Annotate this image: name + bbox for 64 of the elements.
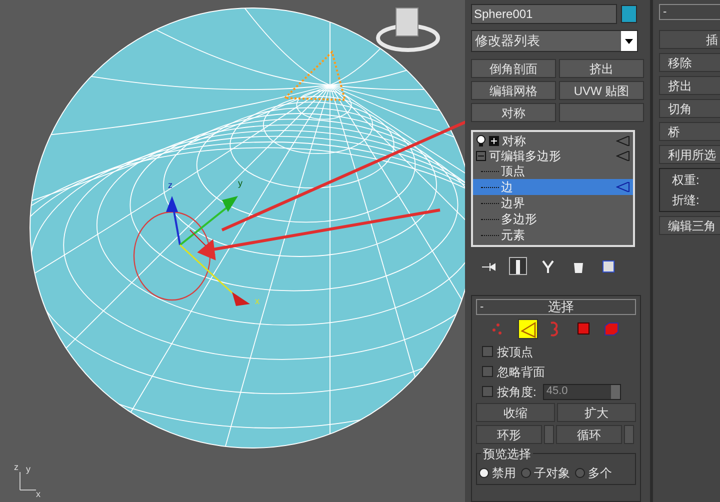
selection-button[interactable]: 扩大 (557, 403, 636, 422)
show-result-icon[interactable] (509, 257, 527, 275)
dropdown-caret-icon (625, 38, 633, 44)
modifier-button[interactable]: UVW 贴图 (559, 81, 644, 100)
field-label: 权重: (672, 172, 700, 189)
light-bulb-icon[interactable] (476, 134, 486, 146)
object-color-swatch[interactable] (621, 5, 637, 23)
radio-button[interactable] (521, 468, 531, 478)
edge-button[interactable]: 切角 (659, 99, 720, 118)
checkbox[interactable] (482, 366, 493, 377)
edge-button[interactable]: 移除 (659, 53, 720, 72)
axis-label: x (255, 296, 260, 306)
stack-sub-item[interactable]: 边 (473, 179, 633, 195)
checkbox-label: 按顶点 (497, 344, 533, 360)
axis-label: y (26, 464, 30, 474)
rollout-header[interactable]: - 选择 (476, 299, 636, 315)
modifier-button[interactable]: 编辑网格 (471, 81, 556, 100)
triangle-icon (616, 150, 630, 160)
radio-label: 多个 (588, 465, 612, 482)
stack-sub-item[interactable]: 边界 (473, 195, 633, 211)
modifier-list-dropdown[interactable]: 修改器列表 (471, 30, 638, 52)
group-title: 预览选择 (481, 445, 533, 463)
angle-spinner-field[interactable]: 45.0 (543, 384, 622, 400)
selection-button[interactable]: 收缩 (476, 403, 555, 422)
triangle-icon (616, 136, 630, 146)
axis-label: z (168, 180, 172, 190)
modifier-button[interactable]: 倒角剖面 (471, 59, 556, 78)
selection-button[interactable]: 循环 (556, 425, 622, 444)
axis-label: x (36, 489, 40, 499)
field-label: 折缝: (672, 192, 700, 209)
stack-sub-item[interactable]: 多边形 (473, 211, 633, 227)
edge-button[interactable]: 挤出 (659, 76, 720, 95)
stack-item[interactable]: 可编辑多边形 (473, 148, 633, 163)
triangle-icon (616, 182, 630, 192)
checkbox[interactable] (482, 346, 493, 357)
modifier-button[interactable]: 挤出 (559, 59, 644, 78)
edge-button[interactable]: 利用所选 (659, 145, 720, 164)
spinner-arrows-icon[interactable] (624, 425, 634, 444)
checkbox-label: 按角度: (497, 384, 536, 400)
stack-item[interactable]: 对称 (473, 133, 633, 148)
checkbox[interactable] (482, 386, 493, 397)
edge-button[interactable]: 编辑三角 (659, 216, 720, 235)
selection-button[interactable]: 环形 (476, 425, 542, 444)
rollout-header[interactable]: - (659, 4, 720, 20)
radio-button[interactable] (479, 468, 489, 478)
spinner-arrows-icon[interactable] (544, 425, 554, 444)
collapse-icon[interactable] (476, 150, 486, 160)
radio-label: 禁用 (492, 465, 516, 482)
edge-button[interactable]: 桥 (659, 122, 720, 141)
edge-button[interactable]: 插 (659, 30, 720, 49)
edge-level-icon[interactable] (518, 319, 538, 339)
axis-label: y (238, 178, 242, 188)
selected-polygon-fan (282, 50, 346, 102)
stack-sub-item[interactable]: 顶点 (473, 163, 633, 179)
stack-sub-item[interactable]: 元素 (473, 227, 633, 243)
empty-modifier-button[interactable] (559, 103, 644, 122)
axis-label: z (14, 462, 18, 472)
radio-button[interactable] (575, 468, 585, 478)
object-name-field[interactable]: Sphere001 (471, 4, 617, 24)
modifier-button[interactable]: 对称 (471, 103, 556, 122)
view-cube-icon[interactable] (376, 8, 440, 52)
checkbox-label: 忽略背面 (497, 364, 545, 380)
expand-icon[interactable] (489, 136, 499, 146)
radio-label: 子对象 (534, 465, 570, 482)
